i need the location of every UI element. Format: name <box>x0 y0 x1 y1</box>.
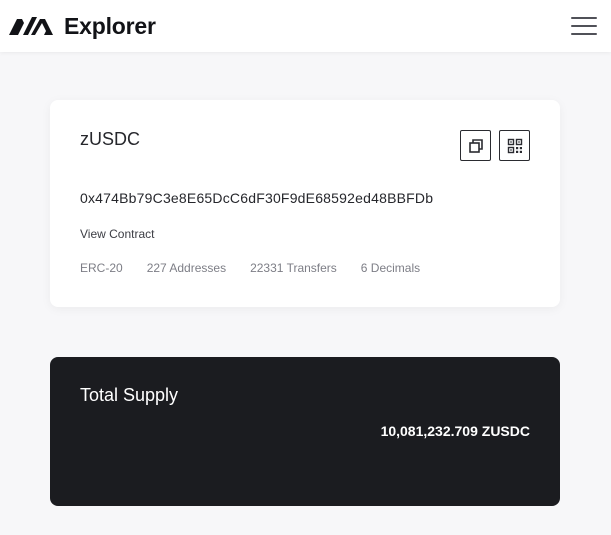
total-supply-card: Total Supply 10,081,232.709 ZUSDC <box>50 357 560 506</box>
hamburger-menu-icon[interactable] <box>571 15 597 37</box>
top-header: Explorer <box>0 0 611 52</box>
token-addresses-count: 227 Addresses <box>146 261 227 275</box>
token-address: 0x474Bb79C3e8E65DcC6dF30F9dE68592ed48BBF… <box>80 190 434 206</box>
menu-line <box>571 25 597 27</box>
token-meta-row: ERC-20 227 Addresses 22331 Transfers 6 D… <box>80 261 420 275</box>
token-standard: ERC-20 <box>80 261 123 275</box>
app-title: Explorer <box>64 12 156 39</box>
brand[interactable]: Explorer <box>9 13 156 40</box>
token-card: zUSDC 0x474Bb79C3e8E65DcC6dF30F9dE68592e… <box>50 100 560 307</box>
avalanche-logo-icon <box>9 17 53 35</box>
qr-code-icon <box>507 138 522 153</box>
menu-line <box>571 17 597 19</box>
view-contract-link[interactable]: View Contract <box>80 227 154 241</box>
copy-icon <box>468 138 483 153</box>
token-transfers-count: 22331 Transfers <box>250 261 337 275</box>
total-supply-title: Total Supply <box>80 385 179 405</box>
token-name: zUSDC <box>80 129 141 149</box>
card-actions <box>460 130 530 161</box>
copy-button[interactable] <box>460 130 491 161</box>
menu-line <box>571 33 597 35</box>
total-supply-value: 10,081,232.709 ZUSDC <box>380 423 530 439</box>
qr-code-button[interactable] <box>499 130 530 161</box>
token-decimals: 6 Decimals <box>360 261 421 275</box>
